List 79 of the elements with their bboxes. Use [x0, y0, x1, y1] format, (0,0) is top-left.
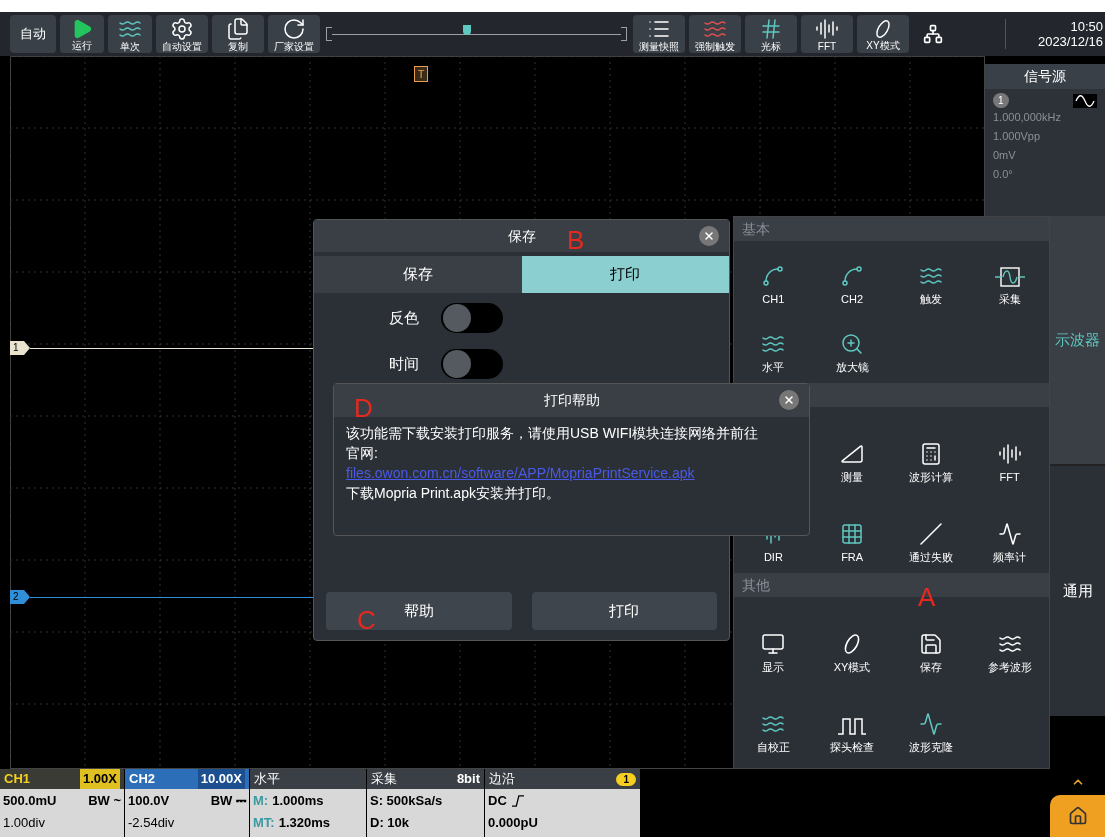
panel-title: 边沿 — [489, 770, 515, 789]
dialog-tab[interactable]: 打印 — [521, 256, 729, 293]
annotation-letter: B — [567, 226, 585, 254]
panel-title: 信号源 — [985, 64, 1105, 89]
menu-item[interactable]: 触发 — [891, 247, 971, 315]
menu-item[interactable]: XY模式 — [812, 603, 892, 683]
dialog-title: 打印帮助 — [543, 391, 600, 410]
menu-item[interactable]: FFT — [970, 413, 1049, 493]
timebase-value: 1.000ms — [272, 792, 324, 811]
dialog-button[interactable]: 打印 — [531, 592, 717, 630]
channel-title: CH1 — [4, 770, 30, 789]
toolbar-button[interactable]: 自动设置 — [156, 15, 208, 53]
delay-value: 1.320ms — [278, 814, 330, 832]
annotation-letter: D — [354, 394, 373, 422]
source-badge: 1 — [616, 772, 636, 786]
toolbar-button[interactable]: XY模式 — [857, 15, 909, 53]
menu-item[interactable]: 波形计算 — [891, 413, 971, 493]
panel-title: 水平 — [254, 770, 280, 789]
bandwidth-value: BW ~ — [88, 792, 121, 811]
clock-date: 2023/12/16 — [1037, 34, 1103, 49]
toggle-label: 反色 — [389, 307, 420, 328]
menu-item[interactable]: 测量 — [812, 413, 892, 493]
record-length: D: 10k — [369, 814, 411, 832]
toolbar-button[interactable]: 强制触发 — [689, 15, 741, 53]
signal-value: 1.000,000kHz — [992, 110, 1062, 125]
toolbar-button[interactable]: 厂家设置 — [268, 15, 320, 53]
probe-badge: 1.00X — [80, 769, 120, 789]
menu-item[interactable]: CH1 — [734, 247, 813, 315]
panel-title: 采集 — [371, 770, 397, 789]
channel-badge: 1 — [993, 93, 1009, 108]
dialog-title: 保存 — [507, 226, 536, 246]
menu-item[interactable]: 水平 — [734, 315, 813, 383]
channel-marker[interactable]: 2 — [10, 590, 30, 604]
toolbar-button[interactable]: FFT — [801, 15, 853, 53]
menu-item[interactable]: 显示 — [734, 603, 813, 683]
toolbar-button[interactable]: 运行 — [60, 15, 104, 53]
signal-value: 0mV — [992, 148, 1017, 163]
toolbar-button[interactable]: 单次 — [108, 15, 152, 53]
side-tab[interactable]: 通用 — [1050, 466, 1105, 716]
menu-item[interactable]: 参考波形 — [970, 603, 1049, 683]
toolbar-button[interactable]: 光标 — [745, 15, 797, 53]
help-text: 该功能需下载安装打印服务，请使用USB WIFI模块连接网络并前往官网: — [346, 424, 760, 463]
field-label: M: — [253, 792, 269, 811]
offset-value: -2.54div — [127, 814, 176, 832]
section-title: 其他 — [742, 575, 770, 595]
channel-marker[interactable]: 1 — [10, 341, 30, 355]
trigger-level: 0.000pU — [487, 814, 539, 832]
offset-value: 1.00div — [2, 814, 46, 832]
channel-title: CH2 — [129, 770, 155, 789]
side-tab[interactable]: 示波器 — [1050, 216, 1105, 466]
probe-badge: 10.00X — [197, 769, 245, 789]
dialog-tab[interactable]: 保存 — [314, 256, 522, 293]
menu-item[interactable]: 采集 — [970, 247, 1049, 315]
coupling-value: DC — [488, 792, 507, 811]
scale-value: 500.0mU — [3, 792, 57, 811]
help-text: 下载Mopria Print.apk安装并打印。 — [346, 484, 561, 503]
section-title: 基本 — [742, 219, 770, 239]
menu-item[interactable]: 通过失败 — [891, 493, 971, 573]
toggle-label: 时间 — [389, 353, 420, 374]
annotation-letter: A — [918, 583, 936, 611]
menu-item[interactable]: FRA — [812, 493, 892, 573]
trigger-position-marker: T — [414, 66, 428, 82]
bit-depth: 8bit — [456, 770, 480, 789]
menu-item[interactable]: 放大镜 — [812, 315, 892, 383]
bandwidth-value: BW ⎓ — [210, 792, 246, 811]
menu-item[interactable]: CH2 — [812, 247, 892, 315]
menu-item[interactable]: 自校正 — [734, 683, 813, 763]
sample-rate: S: 500kSa/s — [369, 792, 444, 811]
toolbar-button[interactable]: 复制 — [212, 15, 264, 53]
clock-time: 10:50 — [1070, 19, 1103, 34]
menu-item[interactable]: 探头检查 — [812, 683, 892, 763]
signal-value: 0.0° — [992, 167, 1014, 182]
signal-value: 1.000Vpp — [992, 129, 1042, 144]
scale-value: 100.0V — [128, 792, 170, 811]
menu-item[interactable]: 波形克隆 — [891, 683, 971, 763]
menu-item[interactable]: 频率计 — [970, 493, 1049, 573]
field-label: MT: — [253, 814, 275, 832]
mode-button[interactable]: 自动 — [10, 15, 56, 53]
toolbar-button[interactable]: 测量快照 — [633, 15, 685, 53]
